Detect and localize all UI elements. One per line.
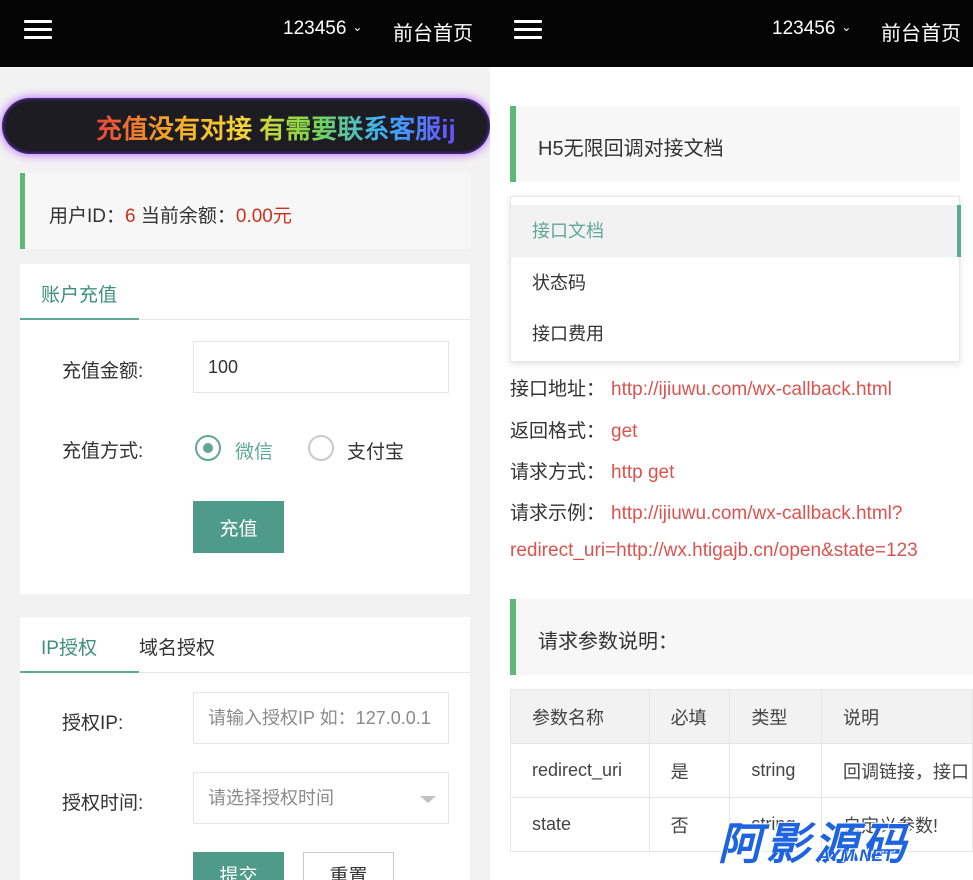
menu-item-fee[interactable]: 接口费用 [511,308,957,360]
user-info-box: 用户ID：6 当前余额：0.00元 [20,173,470,249]
table-header: 必填 [648,689,731,744]
chevron-down-icon: ⌄ [841,20,852,34]
doc-title-box: H5无限回调对接文档 [510,106,960,182]
doc-title: H5无限回调对接文档 [538,138,724,160]
recharge-card: 账户充值 充值金额: 100 充值方式: 微信 支付宝 充值 [20,264,470,594]
field-label: 接口地址： [510,379,606,400]
auth-tabs: IP授权 域名授权 [20,617,470,673]
tab-account-recharge[interactable]: 账户充值 [41,280,117,307]
field-value[interactable]: http://ijiuwu.com/wx-callback.html [611,379,892,400]
auth-card: IP授权 域名授权 授权IP: 请输入授权IP 如：127.0.0.1 授权时间… [20,617,470,880]
user-menu[interactable]: 123456 ⌄ [283,18,362,40]
recharge-button[interactable]: 充值 [193,501,284,553]
home-link[interactable]: 前台首页 [881,17,961,46]
table-row: redirect_uri 是 string 回调链接，接口 [510,743,973,798]
menu-item-status-code[interactable]: 状态码 [511,257,957,309]
ip-input[interactable]: 请输入授权IP 如：127.0.0.1 [193,692,449,744]
hamburger-icon[interactable] [514,20,542,40]
balance-label: 当前余额： [135,206,236,227]
home-link[interactable]: 前台首页 [393,17,473,46]
chevron-down-icon: ⌄ [352,20,363,34]
tab-underline [20,671,139,673]
table-header: 说明 [821,689,973,744]
wechat-radio-label[interactable]: 微信 [235,437,273,464]
hamburger-icon[interactable] [24,20,52,40]
alipay-radio[interactable] [308,435,334,461]
user-info-line: 用户ID：6 当前余额：0.00元 [49,201,292,228]
watermark-sub: AYM.NET [818,846,894,865]
notice-marquee: 充值没有对接 有需要联系客服ij [2,98,490,154]
table-header-row: 参数名称 必填 类型 说明 [510,689,973,744]
ip-label: 授权IP: [62,713,124,734]
username: 123456 [772,18,836,39]
dropdown-arrow-icon [420,796,436,803]
param-title: 请求参数说明： [538,631,678,653]
alipay-radio-label[interactable]: 支付宝 [347,437,404,464]
top-navbar: 123456 ⌄ 前台首页 [0,0,490,67]
field-value: get [611,421,638,442]
menu-active-indicator [957,205,961,257]
amount-input[interactable]: 100 [193,341,449,393]
watermark-logo: 阿影源码 AYM.NET [718,808,958,874]
table-cell: 回调链接，接口 [821,743,973,798]
field-label: 请求示例： [510,503,606,524]
field-label: 请求方式： [510,462,606,483]
field-label: 返回格式： [510,421,606,442]
tab-ip-auth[interactable]: IP授权 [41,633,97,660]
username: 123456 [283,18,347,39]
field-value[interactable]: http://ijiuwu.com/wx-callback.html? [611,503,902,524]
tab-underline [20,318,139,320]
marquee-text: 充值没有对接 有需要联系客服ij [96,109,456,146]
doc-menu: 接口文档 状态码 接口费用 [510,196,961,362]
table-header: 类型 [729,689,823,744]
submit-button[interactable]: 提交 [193,852,284,880]
recharge-tabs: 账户充值 [20,264,470,320]
example-continuation[interactable]: redirect_uri=http://wx.htigajb.cn/open&s… [510,540,918,562]
time-label: 授权时间: [62,793,144,814]
time-select-placeholder: 请选择授权时间 [208,788,334,808]
wechat-radio[interactable] [195,435,221,461]
top-navbar: 123456 ⌄ 前台首页 [490,0,973,67]
reset-button[interactable]: 重置 [303,852,394,880]
doc-pane: 123456 ⌄ 前台首页 H5无限回调对接文档 接口文档 状态码 接口费用 接口… [490,0,973,880]
table-cell: redirect_uri [510,743,650,798]
user-id-value: 6 [125,206,136,227]
balance-value: 0.00元 [235,206,292,227]
recharge-pane: 123456 ⌄ 前台首页 充值没有对接 有需要联系客服ij 用户ID：6 当前余… [0,0,490,880]
user-id-label: 用户ID： [49,206,126,227]
table-cell: 是 [648,743,731,798]
table-header: 参数名称 [510,689,650,744]
menu-item-api-doc[interactable]: 接口文档 [511,205,957,257]
field-return-format: 返回格式： get [510,416,637,443]
table-cell: state [510,797,650,852]
method-label: 充值方式: [62,441,144,462]
field-request-example: 请求示例： http://ijiuwu.com/wx-callback.html? [510,498,902,525]
tab-domain-auth[interactable]: 域名授权 [139,633,215,660]
amount-label: 充值金额: [62,361,144,382]
time-select[interactable]: 请选择授权时间 [193,772,449,824]
user-menu[interactable]: 123456 ⌄ [772,18,851,40]
table-cell: string [729,743,823,798]
field-value: http get [611,462,675,483]
param-title-box: 请求参数说明： [510,599,973,675]
field-request-method: 请求方式： http get [510,457,674,484]
field-api-url: 接口地址： http://ijiuwu.com/wx-callback.html [510,374,892,401]
